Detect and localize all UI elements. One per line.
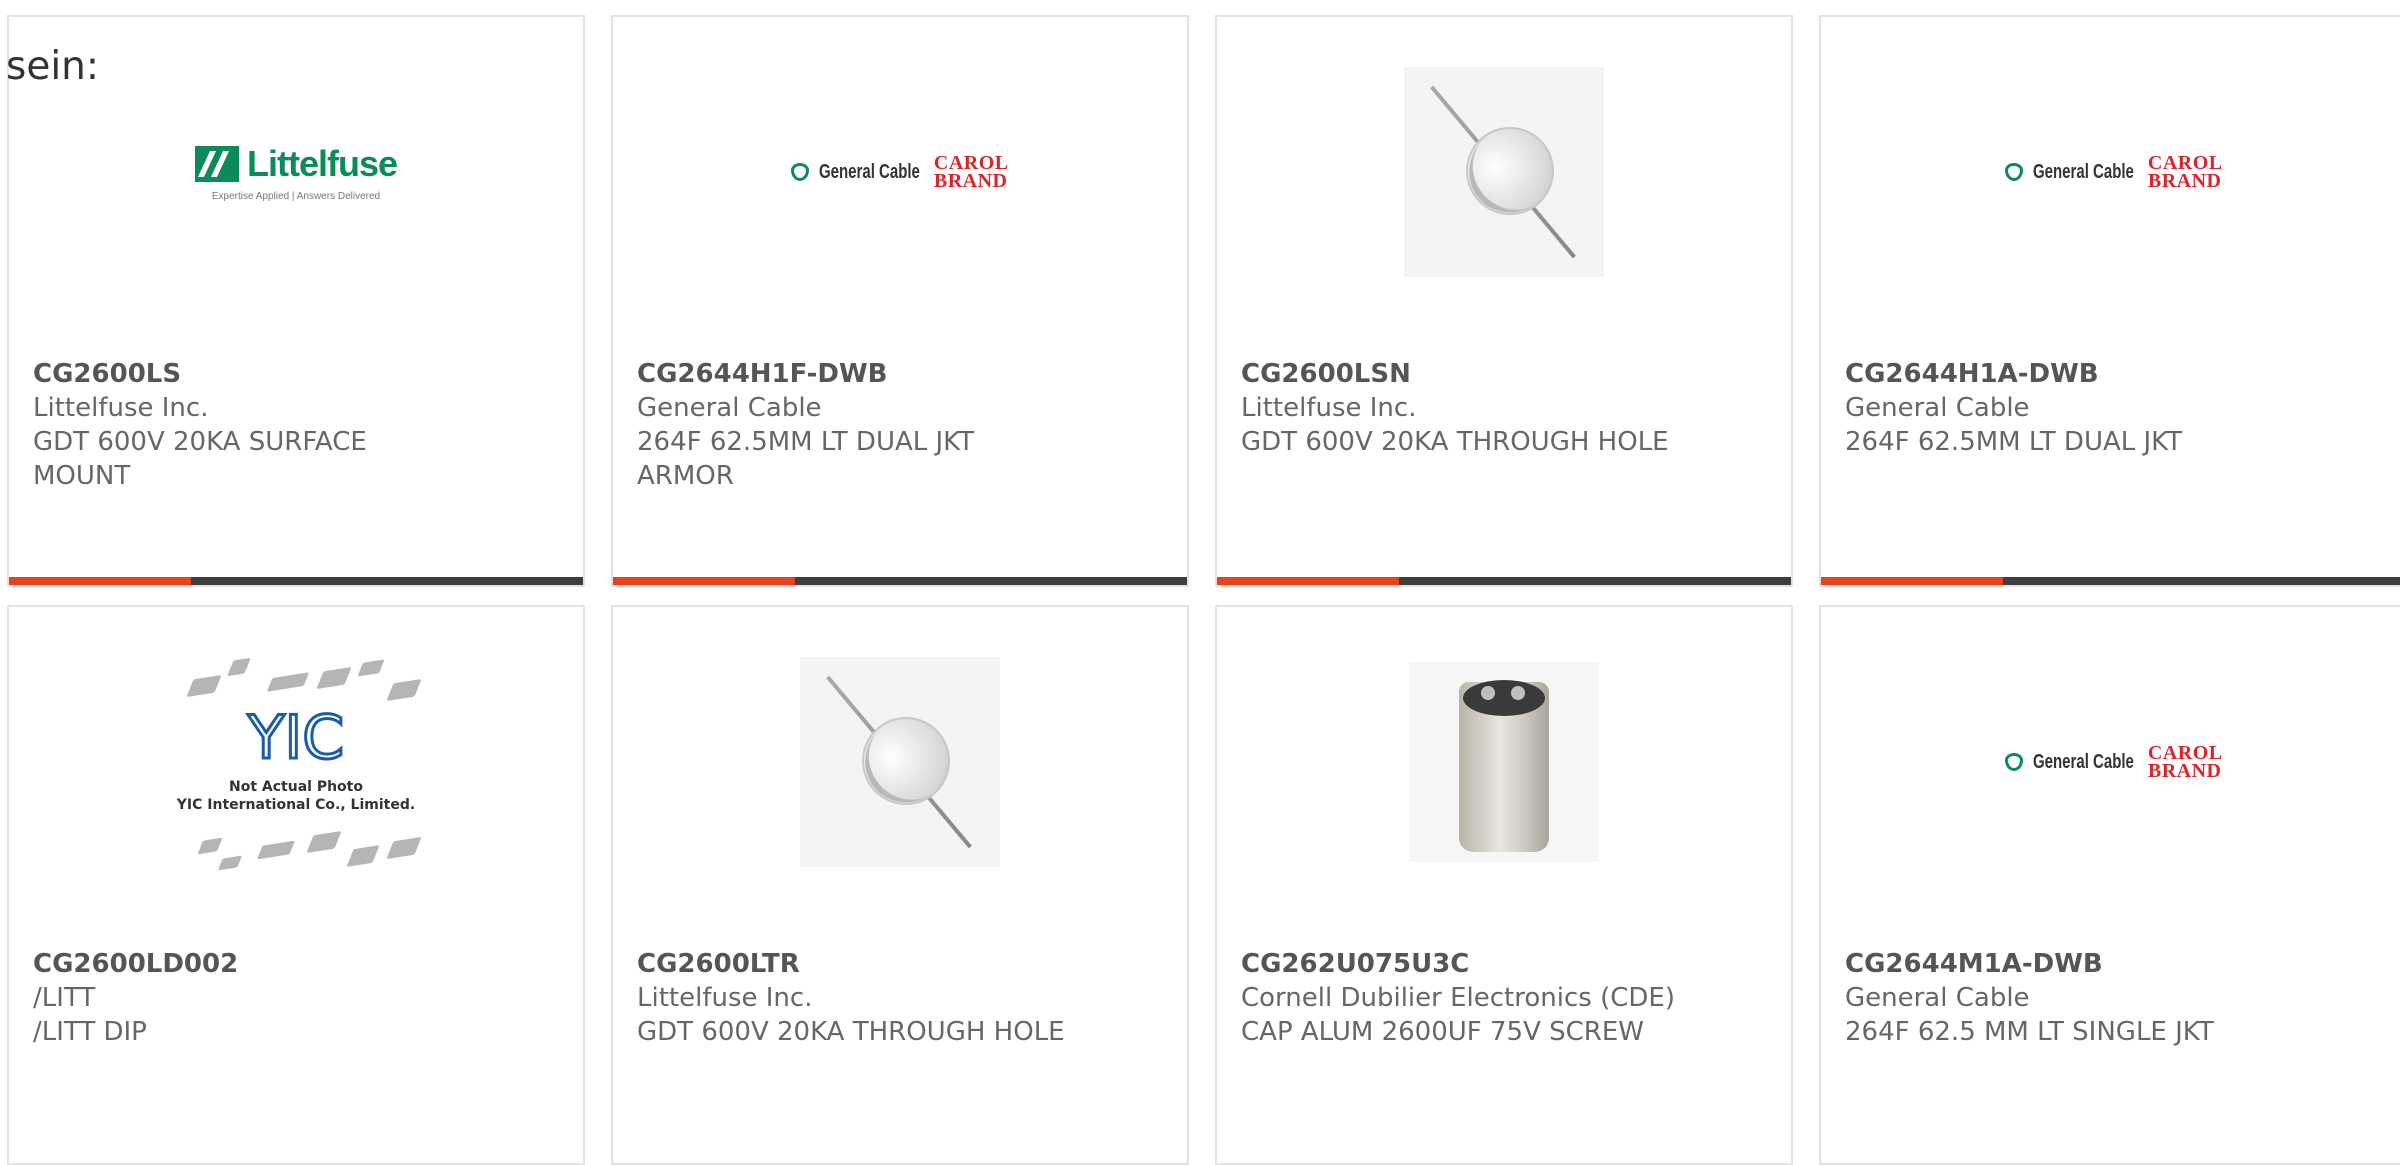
description: GDT 600V 20KA SURFACE bbox=[33, 427, 367, 457]
part-number-link[interactable]: CG2600LS bbox=[33, 357, 563, 391]
shield-icon bbox=[2005, 163, 2024, 181]
description: /LITT DIP bbox=[33, 1017, 147, 1047]
manufacturer: Littelfuse Inc. bbox=[1241, 393, 1417, 423]
product-image[interactable]: YIC Not Actual Photo YIC International C… bbox=[9, 647, 583, 887]
yic-logo: YIC bbox=[246, 702, 345, 775]
description: 264F 62.5 MM LT SINGLE JKT bbox=[1845, 1017, 2214, 1047]
general-cable-logo: General Cable CAROL BRAND bbox=[2005, 743, 2222, 782]
product-image[interactable]: Littelfuse Expertise Applied | Answers D… bbox=[9, 57, 583, 287]
gas-discharge-tube-photo bbox=[1404, 67, 1604, 277]
manufacturer: Cornell Dubilier Electronics (CDE) bbox=[1241, 983, 1675, 1013]
product-card[interactable]: YIC Not Actual Photo YIC International C… bbox=[7, 605, 585, 1165]
product-card[interactable]: General Cable CAROL BRAND CG2644H1A-DWB … bbox=[1819, 15, 2400, 587]
logo-name: General Cable bbox=[2033, 160, 2135, 183]
general-cable-logo: General Cable CAROL BRAND bbox=[791, 153, 1008, 192]
part-number-link[interactable]: CG2600LD002 bbox=[33, 947, 563, 981]
page-heading: sein: bbox=[6, 44, 100, 89]
description: MOUNT bbox=[33, 461, 131, 491]
manufacturer: General Cable bbox=[1845, 983, 2030, 1013]
description: ARMOR bbox=[637, 461, 734, 491]
shield-icon bbox=[791, 163, 810, 181]
gas-discharge-tube-photo bbox=[800, 657, 1000, 867]
card-bar bbox=[613, 577, 1187, 585]
littelfuse-mark-icon bbox=[194, 145, 239, 182]
yic-placeholder: YIC Not Actual Photo YIC International C… bbox=[161, 647, 431, 887]
part-number-link[interactable]: CG262U075U3C bbox=[1241, 947, 1771, 981]
card-bar bbox=[1217, 577, 1791, 585]
logo-brand-2: BRAND bbox=[2147, 760, 2222, 782]
description: 264F 62.5MM LT DUAL JKT bbox=[637, 427, 975, 457]
product-card[interactable]: General Cable CAROL BRAND CG2644M1A-DWB … bbox=[1819, 605, 2400, 1165]
product-image[interactable] bbox=[1217, 57, 1791, 287]
product-card[interactable]: CG2600LTR Littelfuse Inc. GDT 600V 20KA … bbox=[611, 605, 1189, 1165]
logo-tagline: Expertise Applied | Answers Delivered bbox=[211, 190, 381, 202]
product-card[interactable]: CG262U075U3C Cornell Dubilier Electronic… bbox=[1215, 605, 1793, 1165]
part-number-link[interactable]: CG2600LTR bbox=[637, 947, 1167, 981]
logo-word: Littelfuse bbox=[246, 142, 398, 184]
capacitor-photo bbox=[1409, 662, 1599, 862]
shield-icon bbox=[2005, 753, 2024, 771]
product-card[interactable]: CG2600LSN Littelfuse Inc. GDT 600V 20KA … bbox=[1215, 15, 1793, 587]
product-image[interactable] bbox=[613, 647, 1187, 877]
product-card[interactable]: General Cable CAROL BRAND CG2644H1F-DWB … bbox=[611, 15, 1189, 587]
littelfuse-logo: Littelfuse Expertise Applied | Answers D… bbox=[194, 142, 398, 202]
product-card[interactable]: Littelfuse Expertise Applied | Answers D… bbox=[7, 15, 585, 587]
placeholder-note: Not Actual Photo bbox=[229, 779, 363, 795]
part-number-link[interactable]: CG2600LSN bbox=[1241, 357, 1771, 391]
product-image[interactable]: General Cable CAROL BRAND bbox=[613, 57, 1187, 287]
logo-brand-2: BRAND bbox=[933, 170, 1008, 192]
manufacturer: General Cable bbox=[637, 393, 822, 423]
manufacturer: /LITT bbox=[33, 983, 96, 1013]
manufacturer: General Cable bbox=[1845, 393, 2030, 423]
description: GDT 600V 20KA THROUGH HOLE bbox=[637, 1017, 1065, 1047]
card-bar bbox=[1821, 577, 2400, 585]
manufacturer: Littelfuse Inc. bbox=[637, 983, 813, 1013]
logo-name: General Cable bbox=[819, 160, 921, 183]
logo-brand-2: BRAND bbox=[2147, 170, 2222, 192]
product-image[interactable]: General Cable CAROL BRAND bbox=[1821, 57, 2400, 287]
logo-name: General Cable bbox=[2033, 750, 2135, 773]
description: 264F 62.5MM LT DUAL JKT bbox=[1845, 427, 2183, 457]
part-number-link[interactable]: CG2644H1F-DWB bbox=[637, 357, 1167, 391]
card-bar bbox=[9, 577, 583, 585]
description: CAP ALUM 2600UF 75V SCREW bbox=[1241, 1017, 1644, 1047]
general-cable-logo: General Cable CAROL BRAND bbox=[2005, 153, 2222, 192]
part-number-link[interactable]: CG2644M1A-DWB bbox=[1845, 947, 2387, 981]
manufacturer: Littelfuse Inc. bbox=[33, 393, 209, 423]
product-image[interactable]: General Cable CAROL BRAND bbox=[1821, 647, 2400, 877]
part-number-link[interactable]: CG2644H1A-DWB bbox=[1845, 357, 2387, 391]
product-image[interactable] bbox=[1217, 647, 1791, 877]
placeholder-company: YIC International Co., Limited. bbox=[176, 797, 416, 813]
description: GDT 600V 20KA THROUGH HOLE bbox=[1241, 427, 1669, 457]
